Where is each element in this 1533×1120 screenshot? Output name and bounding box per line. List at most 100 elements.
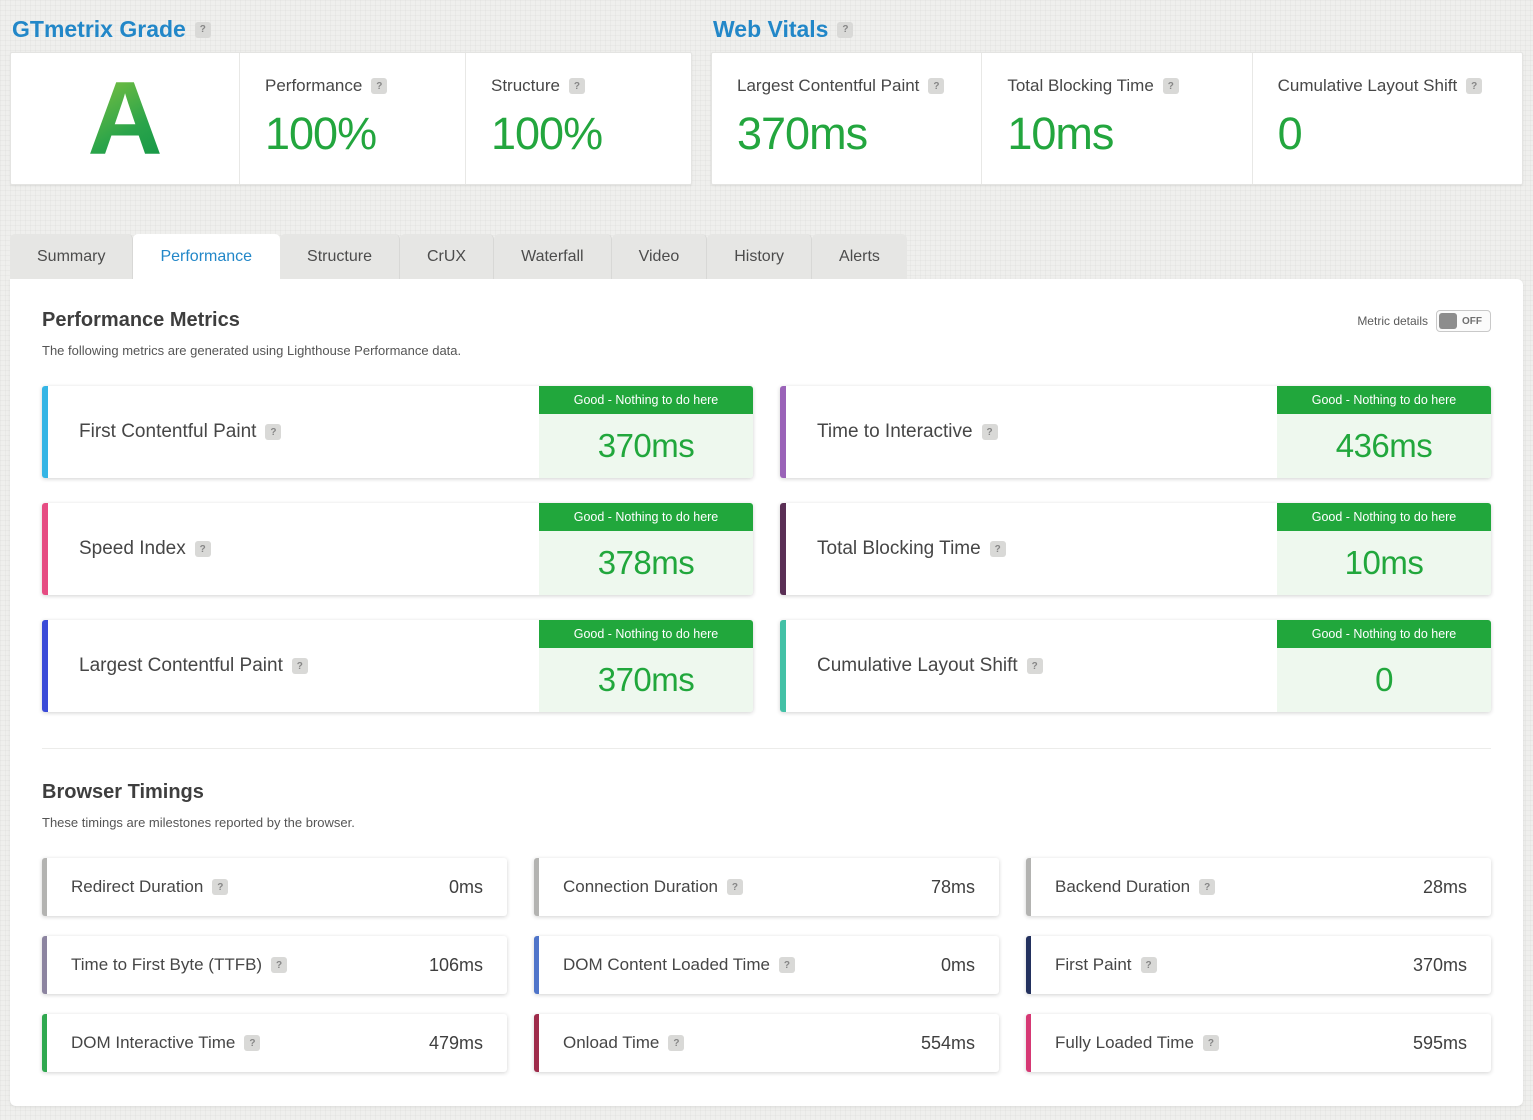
metric-card-left: First Contentful Paint ? <box>48 386 539 478</box>
timing-label: Connection Duration <box>563 877 718 896</box>
metric-card-right: Good - Nothing to do here 10ms <box>1277 503 1491 595</box>
performance-metrics-title: Performance Metrics <box>42 309 240 331</box>
help-icon[interactable]: ? <box>194 541 211 557</box>
tab-label: History <box>734 247 785 265</box>
help-icon[interactable]: ? <box>271 957 288 973</box>
help-icon[interactable]: ? <box>194 21 211 38</box>
section-divider <box>42 748 1491 749</box>
metric-value: 370ms <box>539 648 753 712</box>
metric-label: Cumulative Layout Shift <box>1277 76 1458 95</box>
timing-value: 595ms <box>1412 1032 1467 1053</box>
help-icon[interactable]: ? <box>928 78 945 94</box>
help-icon[interactable]: ? <box>291 658 308 674</box>
web-vitals-title: Web Vitals <box>713 16 829 42</box>
timing-label-row: DOM Interactive Time ? <box>71 1033 261 1053</box>
help-icon[interactable]: ? <box>1466 78 1483 94</box>
timing-label: Redirect Duration <box>71 877 204 896</box>
help-icon[interactable]: ? <box>1026 658 1043 674</box>
metric-card-left: Largest Contentful Paint ? <box>48 620 539 712</box>
timing-label: Fully Loaded Time <box>1055 1033 1194 1052</box>
tab-waterfall[interactable]: Waterfall <box>494 234 612 279</box>
timing-label: Onload Time <box>563 1033 660 1052</box>
metric-details-toggle[interactable]: Metric details OFF <box>1357 310 1491 332</box>
help-icon[interactable]: ? <box>568 78 585 94</box>
performance-metric-card: Time to Interactive ? Good - Nothing to … <box>780 386 1491 478</box>
web-vital-metric: Cumulative Layout Shift ? 0 <box>1251 53 1522 184</box>
timing-label-row: Backend Duration ? <box>1055 877 1216 897</box>
gtmetrix-grade-section: GTmetrix Grade ? A Performance ? 100% St… <box>10 8 692 185</box>
help-icon[interactable]: ? <box>837 21 854 38</box>
toggle-knob <box>1439 313 1457 329</box>
metric-label: Time to Interactive <box>817 421 973 442</box>
performance-metric-card: First Contentful Paint ? Good - Nothing … <box>42 386 753 478</box>
help-icon[interactable]: ? <box>778 957 795 973</box>
browser-timings-title: Browser Timings <box>42 781 204 803</box>
metric-value: 370ms <box>737 108 868 159</box>
browser-timing-card: Fully Loaded Time ? 595ms <box>1026 1014 1491 1072</box>
timing-label: DOM Interactive Time <box>71 1033 236 1052</box>
tab-label: Structure <box>307 247 372 265</box>
timing-label: First Paint <box>1055 955 1132 974</box>
metric-status-badge: Good - Nothing to do here <box>1277 386 1491 414</box>
gtmetrix-grade-title-row: GTmetrix Grade ? <box>12 16 692 43</box>
grade-letter: A <box>87 60 163 177</box>
tab-structure[interactable]: Structure <box>280 234 400 279</box>
help-icon[interactable]: ? <box>989 541 1006 557</box>
tab-alerts[interactable]: Alerts <box>812 234 907 279</box>
timing-value: 554ms <box>920 1032 975 1053</box>
performance-metrics-header: Performance Metrics Metric details OFF <box>42 309 1491 332</box>
tab-label: Alerts <box>839 247 880 265</box>
tab-video[interactable]: Video <box>611 234 708 279</box>
metric-value: 0 <box>1277 108 1303 159</box>
metric-card-right: Good - Nothing to do here 378ms <box>539 503 753 595</box>
browser-timing-card: Onload Time ? 554ms <box>534 1014 999 1072</box>
metric-label: First Contentful Paint <box>79 421 257 442</box>
metric-value: 100% <box>491 108 603 159</box>
metric-value: 10ms <box>1277 531 1491 595</box>
help-icon[interactable]: ? <box>1140 957 1157 973</box>
tab-performance[interactable]: Performance <box>133 234 281 279</box>
metric-status-badge: Good - Nothing to do here <box>539 386 753 414</box>
grade-card: A Performance ? 100% Structure ? 100% <box>10 52 692 185</box>
metric-label: Speed Index <box>79 538 186 559</box>
help-icon[interactable]: ? <box>1202 1035 1219 1051</box>
metric-value: 378ms <box>539 531 753 595</box>
metric-value: 10ms <box>1007 108 1114 159</box>
timing-label-row: Redirect Duration ? <box>71 877 229 897</box>
grade-metric-performance: Performance ? 100% <box>239 53 465 184</box>
toggle-state: OFF <box>1462 315 1482 327</box>
help-icon[interactable]: ? <box>668 1035 685 1051</box>
gtmetrix-report-page: GTmetrix Grade ? A Performance ? 100% St… <box>0 0 1533 1120</box>
help-icon[interactable]: ? <box>1199 879 1216 895</box>
web-vital-metric: Total Blocking Time ? 10ms <box>981 53 1251 184</box>
help-icon[interactable]: ? <box>726 879 743 895</box>
gtmetrix-grade-title: GTmetrix Grade <box>12 16 186 42</box>
toggle-switch[interactable]: OFF <box>1436 310 1491 332</box>
metric-card-left: Speed Index ? <box>48 503 539 595</box>
help-icon[interactable]: ? <box>1162 78 1179 94</box>
performance-metric-card: Largest Contentful Paint ? Good - Nothin… <box>42 620 753 712</box>
timing-label-row: Time to First Byte (TTFB) ? <box>71 955 288 975</box>
grade-metric-structure: Structure ? 100% <box>465 53 691 184</box>
timing-value: 0ms <box>940 954 975 975</box>
help-icon[interactable]: ? <box>371 78 388 94</box>
timing-label: Time to First Byte (TTFB) <box>71 955 263 974</box>
metric-label: Performance <box>265 76 363 95</box>
help-icon[interactable]: ? <box>244 1035 261 1051</box>
tab-summary[interactable]: Summary <box>10 234 134 279</box>
tab-history[interactable]: History <box>707 234 813 279</box>
metric-value: 100% <box>265 108 377 159</box>
metric-card-left: Total Blocking Time ? <box>786 503 1277 595</box>
tab-label: Video <box>638 247 680 265</box>
web-vital-metric: Largest Contentful Paint ? 370ms <box>712 53 981 184</box>
tab-crux[interactable]: CrUX <box>399 234 495 279</box>
tab-label: CrUX <box>426 247 467 265</box>
timing-label-row: Onload Time ? <box>563 1033 685 1053</box>
timing-value: 370ms <box>1412 954 1467 975</box>
metric-card-right: Good - Nothing to do here 370ms <box>539 386 753 478</box>
timing-label-row: First Paint ? <box>1055 955 1157 975</box>
help-icon[interactable]: ? <box>265 424 282 440</box>
help-icon[interactable]: ? <box>981 424 998 440</box>
help-icon[interactable]: ? <box>212 879 229 895</box>
metric-label: Cumulative Layout Shift <box>817 655 1018 676</box>
